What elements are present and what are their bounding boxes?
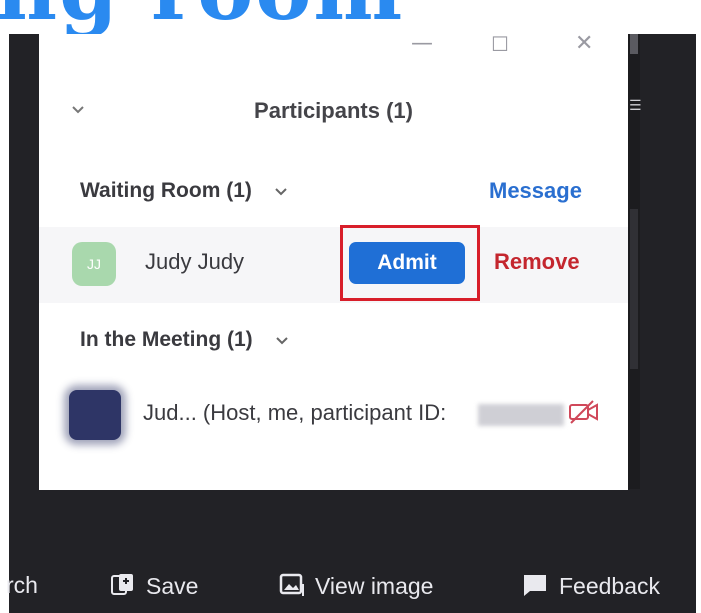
remove-button[interactable]: Remove (494, 249, 580, 275)
save-label: Save (146, 573, 199, 600)
avatar: JJ (72, 242, 116, 286)
feedback-button[interactable]: Feedback (521, 572, 660, 604)
participant-id-redacted (478, 404, 564, 426)
admit-button[interactable]: Admit (349, 242, 465, 284)
feedback-icon (521, 572, 549, 604)
side-scrollbar[interactable]: ☰ (628, 34, 642, 489)
image-icon (279, 572, 305, 604)
search-button[interactable]: rch (6, 572, 38, 599)
host-avatar (69, 390, 121, 440)
minimize-icon[interactable]: — (411, 33, 433, 55)
view-image-label: View image (315, 573, 434, 600)
scroll-track (630, 209, 638, 369)
view-image-button[interactable]: View image (279, 572, 433, 604)
video-off-icon[interactable] (567, 398, 601, 431)
search-label: rch (6, 572, 38, 598)
message-link[interactable]: Message (489, 178, 582, 204)
menu-lines-icon: ☰ (629, 98, 642, 114)
participant-name: Judy Judy (145, 249, 245, 274)
waiting-participant-row: JJ Judy Judy Admit Remove (39, 225, 628, 303)
chevron-down-icon (275, 328, 289, 352)
banner-title: ng room (0, 0, 701, 34)
banner-title-text: ng room (0, 0, 404, 32)
chevron-down-icon (274, 179, 288, 203)
participants-panel: — ☐ ✕ Participants (1) Waiting Room (1) … (39, 33, 628, 490)
scroll-track-top (630, 34, 638, 54)
maximize-icon[interactable]: ☐ (491, 34, 509, 54)
in-meeting-header[interactable]: In the Meeting (1) (80, 328, 289, 352)
feedback-label: Feedback (559, 573, 661, 600)
save-button[interactable]: Save (110, 572, 198, 604)
waiting-room-heading: Waiting Room (1) (80, 179, 252, 202)
close-icon[interactable]: ✕ (575, 33, 593, 55)
waiting-room-header[interactable]: Waiting Room (1) (80, 179, 288, 203)
panel-title: Participants (1) (254, 98, 413, 123)
save-icon (110, 572, 136, 604)
bottom-toolbar: rch Save View image Feedback (0, 560, 701, 613)
host-participant-name: Jud... (Host, me, participant ID: (143, 400, 447, 425)
in-meeting-heading: In the Meeting (1) (80, 328, 253, 351)
